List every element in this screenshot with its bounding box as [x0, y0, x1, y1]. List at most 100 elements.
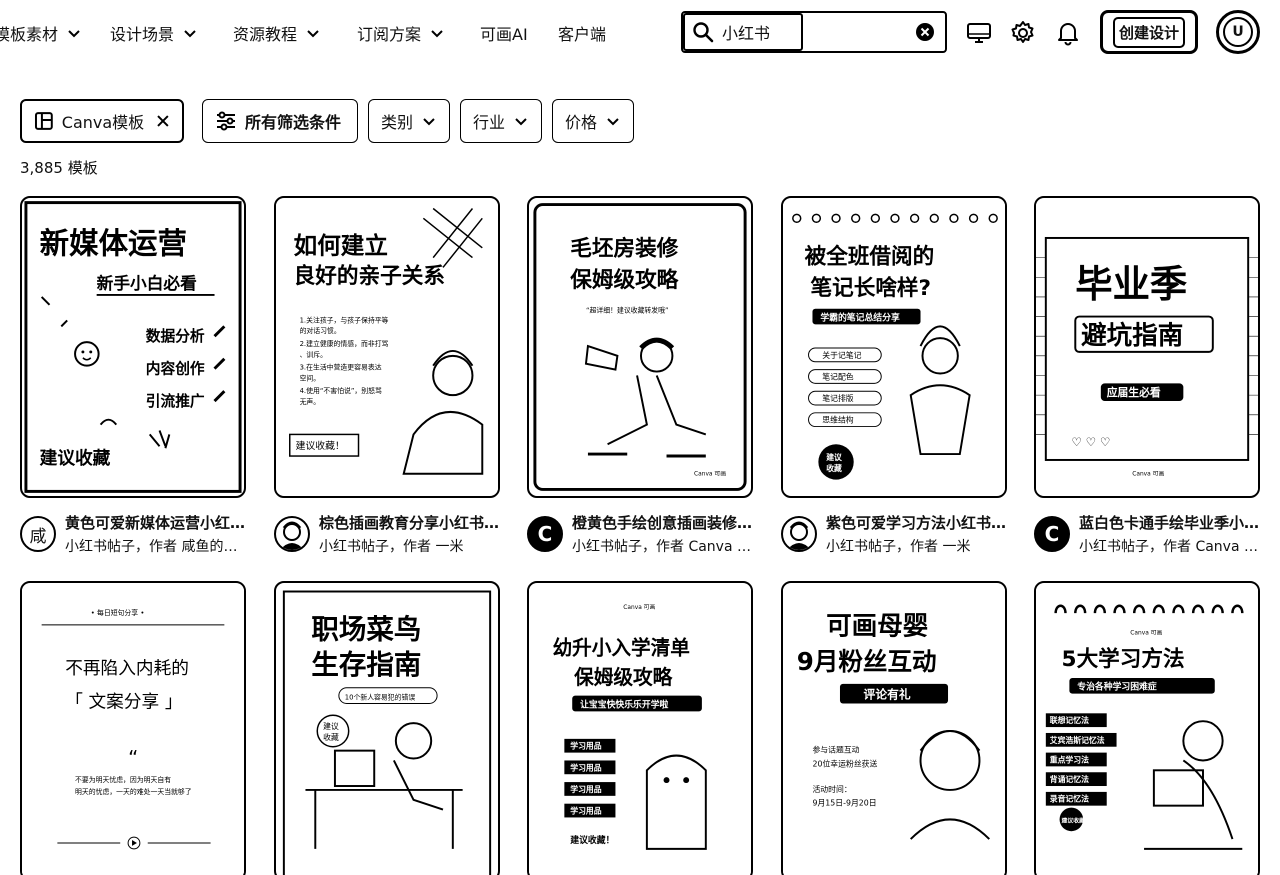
nav-resources-label: 资源教程: [233, 25, 298, 44]
notifications-button[interactable]: [1053, 18, 1083, 48]
thumb-headline: 可画母婴: [826, 612, 928, 642]
template-meta: C 橙黄色手绘创意插画装修小红书帖子 小红书帖子，作者 Canva Creati…: [527, 510, 758, 566]
thumbnail-art: 新媒体运营 新手小白必看 数据分析 内容创作 引流推广 建议收藏: [24, 201, 242, 493]
nav-desktop-app[interactable]: 客户端: [558, 20, 606, 46]
thumbnail-art: Canva 可画 5大学习方法 专治各种学习困难症 联想记忆法 艾宾浩斯记忆法 …: [1036, 583, 1258, 875]
desktop-button[interactable]: [964, 18, 994, 48]
thumb-headline: 被全班借阅的: [805, 244, 935, 270]
creator-avatar[interactable]: [781, 516, 817, 552]
template-title[interactable]: 蓝白色卡通手绘毕业季小红书帖子: [1079, 512, 1265, 533]
thumb-item: 录音记忆法: [1050, 794, 1089, 804]
thumb-headline: 9月粉丝互动: [797, 647, 937, 676]
template-title[interactable]: 紫色可爱学习方法小红书帖子: [826, 512, 1012, 533]
chevron-down-icon: [515, 118, 527, 126]
thumb-top: • 每日短句分享 •: [91, 608, 145, 617]
template-meta: C 蓝白色卡通手绘毕业季小红书帖子 小红书帖子，作者 Canva Creativ…: [1034, 510, 1265, 566]
thumb-sub: “超详细！建议收藏转发哦”: [586, 306, 669, 315]
template-card: 新媒体运营 新手小白必看 数据分析 内容创作 引流推广 建议收藏 咸 黄色可爱新…: [20, 196, 251, 566]
sliders-icon: [217, 111, 235, 131]
template-thumbnail[interactable]: Canva 可画 5大学习方法 专治各种学习困难症 联想记忆法 艾宾浩斯记忆法 …: [1034, 581, 1260, 875]
template-meta: 棕色插画教育分享小红书帖子 小红书帖子，作者 一米: [274, 510, 505, 566]
thumb-line: 20位幸运粉丝获送: [812, 758, 877, 768]
creator-avatar[interactable]: C: [1034, 516, 1070, 552]
thumb-badge: 建议: [825, 452, 842, 462]
thumb-line: 不要为明天忧虑，因为明天自有: [75, 775, 171, 784]
template-title[interactable]: 棕色插画教育分享小红书帖子: [319, 512, 505, 533]
thumb-point: 内容创作: [146, 360, 205, 378]
price-label: 价格: [565, 113, 598, 132]
template-subtitle: 小红书帖子，作者 咸鱼的团队: [65, 539, 251, 555]
template-title[interactable]: 黄色可爱新媒体运营小红书帖子: [65, 512, 251, 533]
template-thumbnail[interactable]: 被全班借阅的 笔记长啥样? 学霸的笔记总结分享 关于记笔记 笔记配色 笔记排版 …: [781, 196, 1007, 498]
thumb-tag: 应届生必看: [1107, 385, 1161, 399]
thumb-tag: 评论有礼: [864, 688, 911, 702]
settings-icon: [1011, 21, 1034, 43]
thumb-footer: 建议收藏！: [569, 834, 614, 846]
all-filters-button[interactable]: 所有筛选条件: [202, 99, 358, 143]
nav-pricing[interactable]: 订阅方案: [357, 20, 445, 46]
thumb-headline: 保姆级攻略: [569, 267, 679, 293]
category-dropdown[interactable]: 类别: [368, 99, 450, 143]
thumb-quote: “: [128, 746, 138, 769]
thumb-item: 艾宾浩斯记忆法: [1050, 735, 1105, 745]
nav-design-scenes-label: 设计场景: [110, 25, 175, 44]
thumb-headline: 新媒体运营: [40, 227, 187, 261]
industry-dropdown[interactable]: 行业: [460, 99, 542, 143]
template-thumbnail[interactable]: • 每日短句分享 • 不再陷入内耗的 「 文案分享 」 “ 不要为明天忧虑，因为…: [20, 581, 246, 875]
nav-canva-ai-label: 可画AI: [480, 25, 528, 44]
thumbnail-art: 如何建立 良好的亲子关系 1.关注孩子，与孩子保持平等 的对话习惯。 2.建立健…: [276, 198, 498, 496]
template-meta: 咸 黄色可爱新媒体运营小红书帖子 小红书帖子，作者 咸鱼的团队: [20, 510, 251, 566]
thumb-headline: 不再陷入内耗的: [65, 658, 189, 679]
template-layout-icon: [34, 112, 53, 130]
thumbnail-art: 职场菜鸟 生存指南 10个新人容易犯的错误 建议 收藏: [282, 590, 492, 875]
clear-search-icon[interactable]: [915, 22, 935, 42]
user-avatar[interactable]: U: [1216, 10, 1260, 54]
template-thumbnail[interactable]: 毛坯房装修 保姆级攻略 “超详细！建议收藏转发哦” Canva 可画: [527, 196, 753, 498]
thumb-footer: Canva 可画: [1132, 471, 1164, 478]
close-icon[interactable]: [156, 114, 170, 128]
thumb-point: 数据分析: [146, 327, 205, 345]
creator-avatar[interactable]: [274, 516, 310, 552]
thumb-check: 思维结构: [822, 415, 854, 425]
template-thumbnail[interactable]: 可画母婴 9月粉丝互动 评论有礼 参与话题互动 20位幸运粉丝获送 活动时间： …: [781, 581, 1007, 875]
thumb-headline: 幼升小入学清单: [553, 636, 690, 659]
chevron-down-icon: [184, 30, 196, 38]
template-meta: 紫色可爱学习方法小红书帖子 小红书帖子，作者 一米: [781, 510, 1012, 566]
nav-canva-ai[interactable]: 可画AI: [480, 20, 528, 46]
settings-button[interactable]: [1008, 18, 1038, 48]
filter-chip-canva-templates[interactable]: Canva模板: [20, 99, 184, 143]
create-design-label: 创建设计: [1112, 16, 1185, 48]
thumb-line: 空间。: [300, 373, 321, 382]
thumb-sub: 学霸的笔记总结分享: [820, 311, 900, 323]
category-label: 类别: [381, 113, 414, 132]
chevron-down-icon: [607, 118, 619, 126]
template-thumbnail[interactable]: 职场菜鸟 生存指南 10个新人容易犯的错误 建议 收藏: [274, 581, 500, 875]
template-thumbnail[interactable]: 毕业季 避坑指南 应届生必看 ♡ ♡ ♡ Canva 可画: [1034, 196, 1260, 498]
result-count: 3,885 模板: [20, 159, 98, 177]
nav-resources[interactable]: 资源教程: [233, 20, 321, 46]
nav-templates[interactable]: 模板素材: [0, 20, 82, 46]
creator-avatar[interactable]: C: [527, 516, 563, 552]
thumb-stamp: 收藏: [323, 732, 339, 742]
thumb-item: 学习用品: [570, 806, 602, 816]
thumb-line: 2.建立健康的情感，而非打骂: [300, 339, 389, 348]
search-input[interactable]: [722, 21, 800, 43]
creator-avatar[interactable]: 咸: [20, 516, 56, 552]
nav-design-scenes[interactable]: 设计场景: [110, 20, 198, 46]
thumb-point: 引流推广: [146, 392, 205, 410]
template-subtitle: 小红书帖子，作者 Canva Creative Studio: [1079, 539, 1265, 555]
thumbnail-art: 毛坯房装修 保姆级攻略 “超详细！建议收藏转发哦” Canva 可画: [533, 203, 747, 491]
template-title[interactable]: 橙黄色手绘创意插画装修小红书帖子: [572, 512, 758, 533]
thumb-headline: 毛坯房装修: [570, 236, 678, 262]
template-thumbnail[interactable]: 新媒体运营 新手小白必看 数据分析 内容创作 引流推广 建议收藏: [20, 196, 246, 498]
template-card: 被全班借阅的 笔记长啥样? 学霸的笔记总结分享 关于记笔记 笔记配色 笔记排版 …: [781, 196, 1012, 566]
thumb-headline: 毕业季: [1075, 262, 1188, 306]
thumbnail-art: • 每日短句分享 • 不再陷入内耗的 「 文案分享 」 “ 不要为明天忧虑，因为…: [22, 583, 244, 875]
template-thumbnail[interactable]: Canva 可画 幼升小入学清单 保姆级攻略 让宝宝快快乐乐开学啦 学习用品 学…: [527, 581, 753, 875]
create-design-button[interactable]: 创建设计: [1100, 10, 1198, 54]
filter-chip-label: Canva模板: [61, 113, 145, 132]
template-thumbnail[interactable]: 如何建立 良好的亲子关系 1.关注孩子，与孩子保持平等 的对话习惯。 2.建立健…: [274, 196, 500, 498]
thumbnail-art: 可画母婴 9月粉丝互动 评论有礼 参与话题互动 20位幸运粉丝获送 活动时间： …: [783, 583, 1005, 875]
price-dropdown[interactable]: 价格: [552, 99, 634, 143]
search-icon: [693, 22, 714, 43]
